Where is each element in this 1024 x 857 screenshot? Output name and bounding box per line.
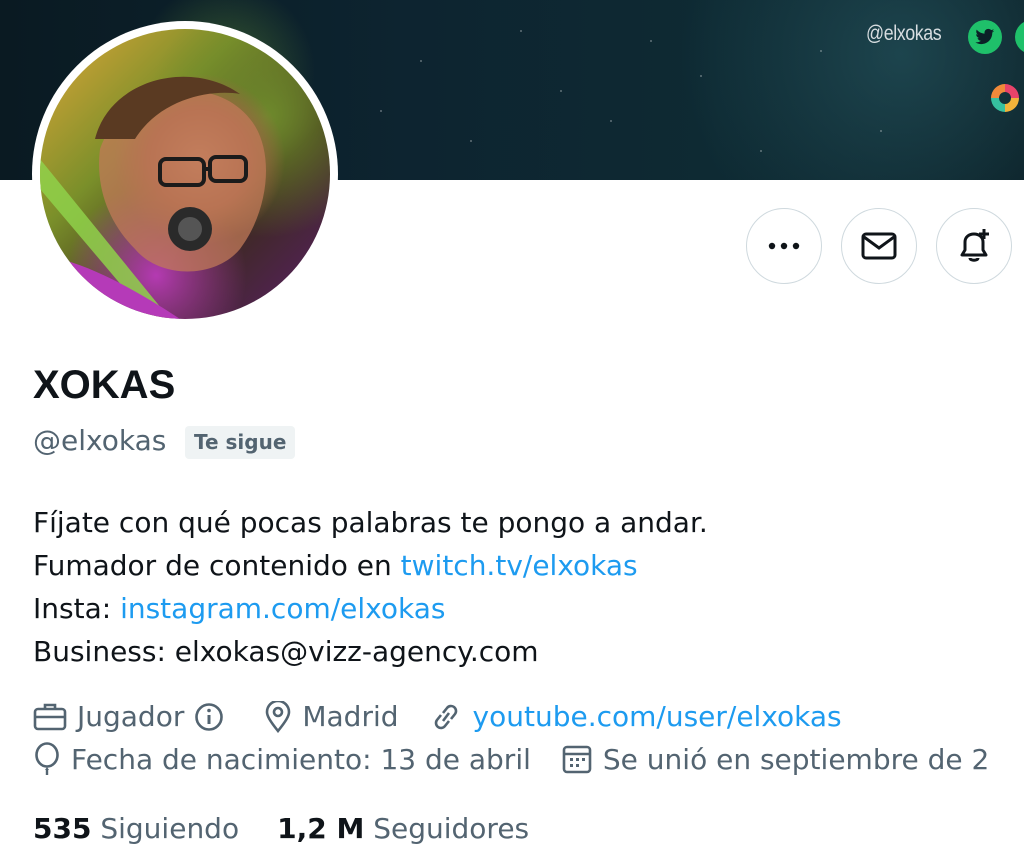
birthday-text: Fecha de nacimiento: 13 de abril xyxy=(71,742,531,776)
location-item: Madrid xyxy=(264,700,399,733)
more-dots-icon xyxy=(768,242,800,250)
bell-plus-icon xyxy=(960,229,989,262)
joined-item: Se unió en septiembre de 2 xyxy=(561,743,989,776)
website-link[interactable]: youtube.com/user/elxokas xyxy=(473,700,842,733)
more-options-button[interactable] xyxy=(746,208,822,284)
profile-handle: @elxokas xyxy=(33,424,167,457)
location-text: Madrid xyxy=(302,700,399,733)
avatar[interactable] xyxy=(40,29,330,319)
bio-line-4: Business: elxokas@vizz-agency.com xyxy=(33,635,539,668)
bio-line-3-text: Insta: xyxy=(33,592,121,625)
envelope-icon xyxy=(861,232,897,260)
following-stat[interactable]: 535 Siguiendo xyxy=(33,812,239,845)
display-name: XOKAS xyxy=(33,363,176,407)
notify-button[interactable] xyxy=(936,208,1012,284)
briefcase-icon xyxy=(33,703,67,730)
follows-you-badge: Te sigue xyxy=(185,426,296,459)
banner-handle-text: @elxokas xyxy=(866,22,942,45)
twitch-link[interactable]: twitch.tv/elxokas xyxy=(401,549,638,582)
category-text: Jugador xyxy=(77,700,185,733)
following-label: Siguiendo xyxy=(100,812,240,845)
info-icon[interactable] xyxy=(194,702,224,732)
avatar-portrait xyxy=(40,76,267,319)
link-icon xyxy=(434,704,457,729)
website-item: youtube.com/user/elxokas xyxy=(429,700,842,733)
followers-label: Seguidores xyxy=(373,812,530,845)
birthday-item: Fecha de nacimiento: 13 de abril xyxy=(33,742,531,776)
message-button[interactable] xyxy=(841,208,917,284)
profile-meta-row: Jugador Madrid youtube.com/user/elxokas xyxy=(33,700,872,733)
swirl-logo-icon xyxy=(991,84,1019,112)
following-count: 535 xyxy=(33,812,92,845)
joined-text: Se unió en septiembre de 2 xyxy=(602,742,990,776)
category-item: Jugador xyxy=(33,700,234,733)
location-pin-icon xyxy=(266,700,291,733)
bio-line-1: Fíjate con qué pocas palabras te pongo a… xyxy=(33,506,708,539)
instagram-link[interactable]: instagram.com/elxokas xyxy=(120,592,445,625)
followers-stat[interactable]: 1,2 M Seguidores xyxy=(277,812,529,845)
balloon-icon xyxy=(35,742,59,775)
profile-bio: Fíjate con qué pocas palabras te pongo a… xyxy=(33,501,708,673)
twitter-bird-icon xyxy=(968,20,1002,54)
calendar-icon xyxy=(562,745,592,774)
bio-line-2: Fumador de contenido en twitch.tv/elxoka… xyxy=(33,544,708,587)
followers-count: 1,2 M xyxy=(277,812,365,845)
bio-line-3: Insta: instagram.com/elxokas xyxy=(33,587,708,630)
profile-meta-row-2: Fecha de nacimiento: 13 de abril Se unió… xyxy=(33,742,1019,776)
bio-line-2-text: Fumador de contenido en xyxy=(33,549,401,582)
follow-stats: 535 Siguiendo 1,2 M Seguidores xyxy=(33,812,567,845)
